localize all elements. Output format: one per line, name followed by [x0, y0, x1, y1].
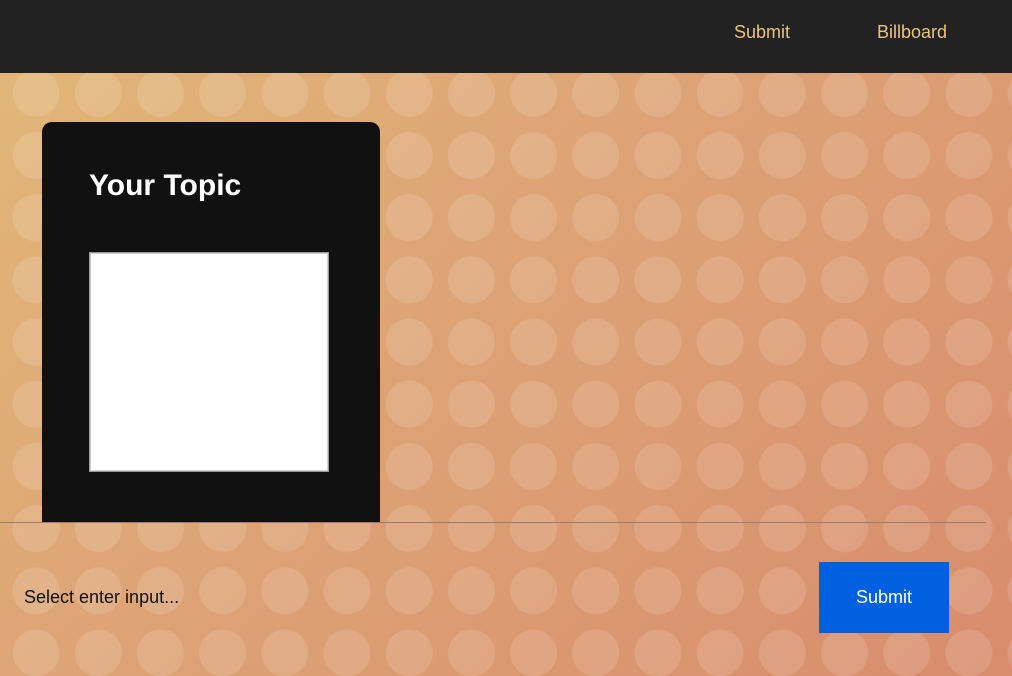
- topic-display-box: [89, 252, 329, 472]
- topic-card: Your Topic: [42, 122, 380, 523]
- submit-button[interactable]: Submit: [819, 562, 949, 633]
- topic-title: Your Topic: [89, 169, 242, 202]
- nav-link-submit[interactable]: Submit: [734, 22, 790, 43]
- top-nav-bar: Submit Billboard: [0, 0, 1012, 73]
- nav-link-billboard[interactable]: Billboard: [877, 22, 947, 43]
- divider-line: [0, 522, 986, 523]
- topic-input[interactable]: [24, 587, 724, 608]
